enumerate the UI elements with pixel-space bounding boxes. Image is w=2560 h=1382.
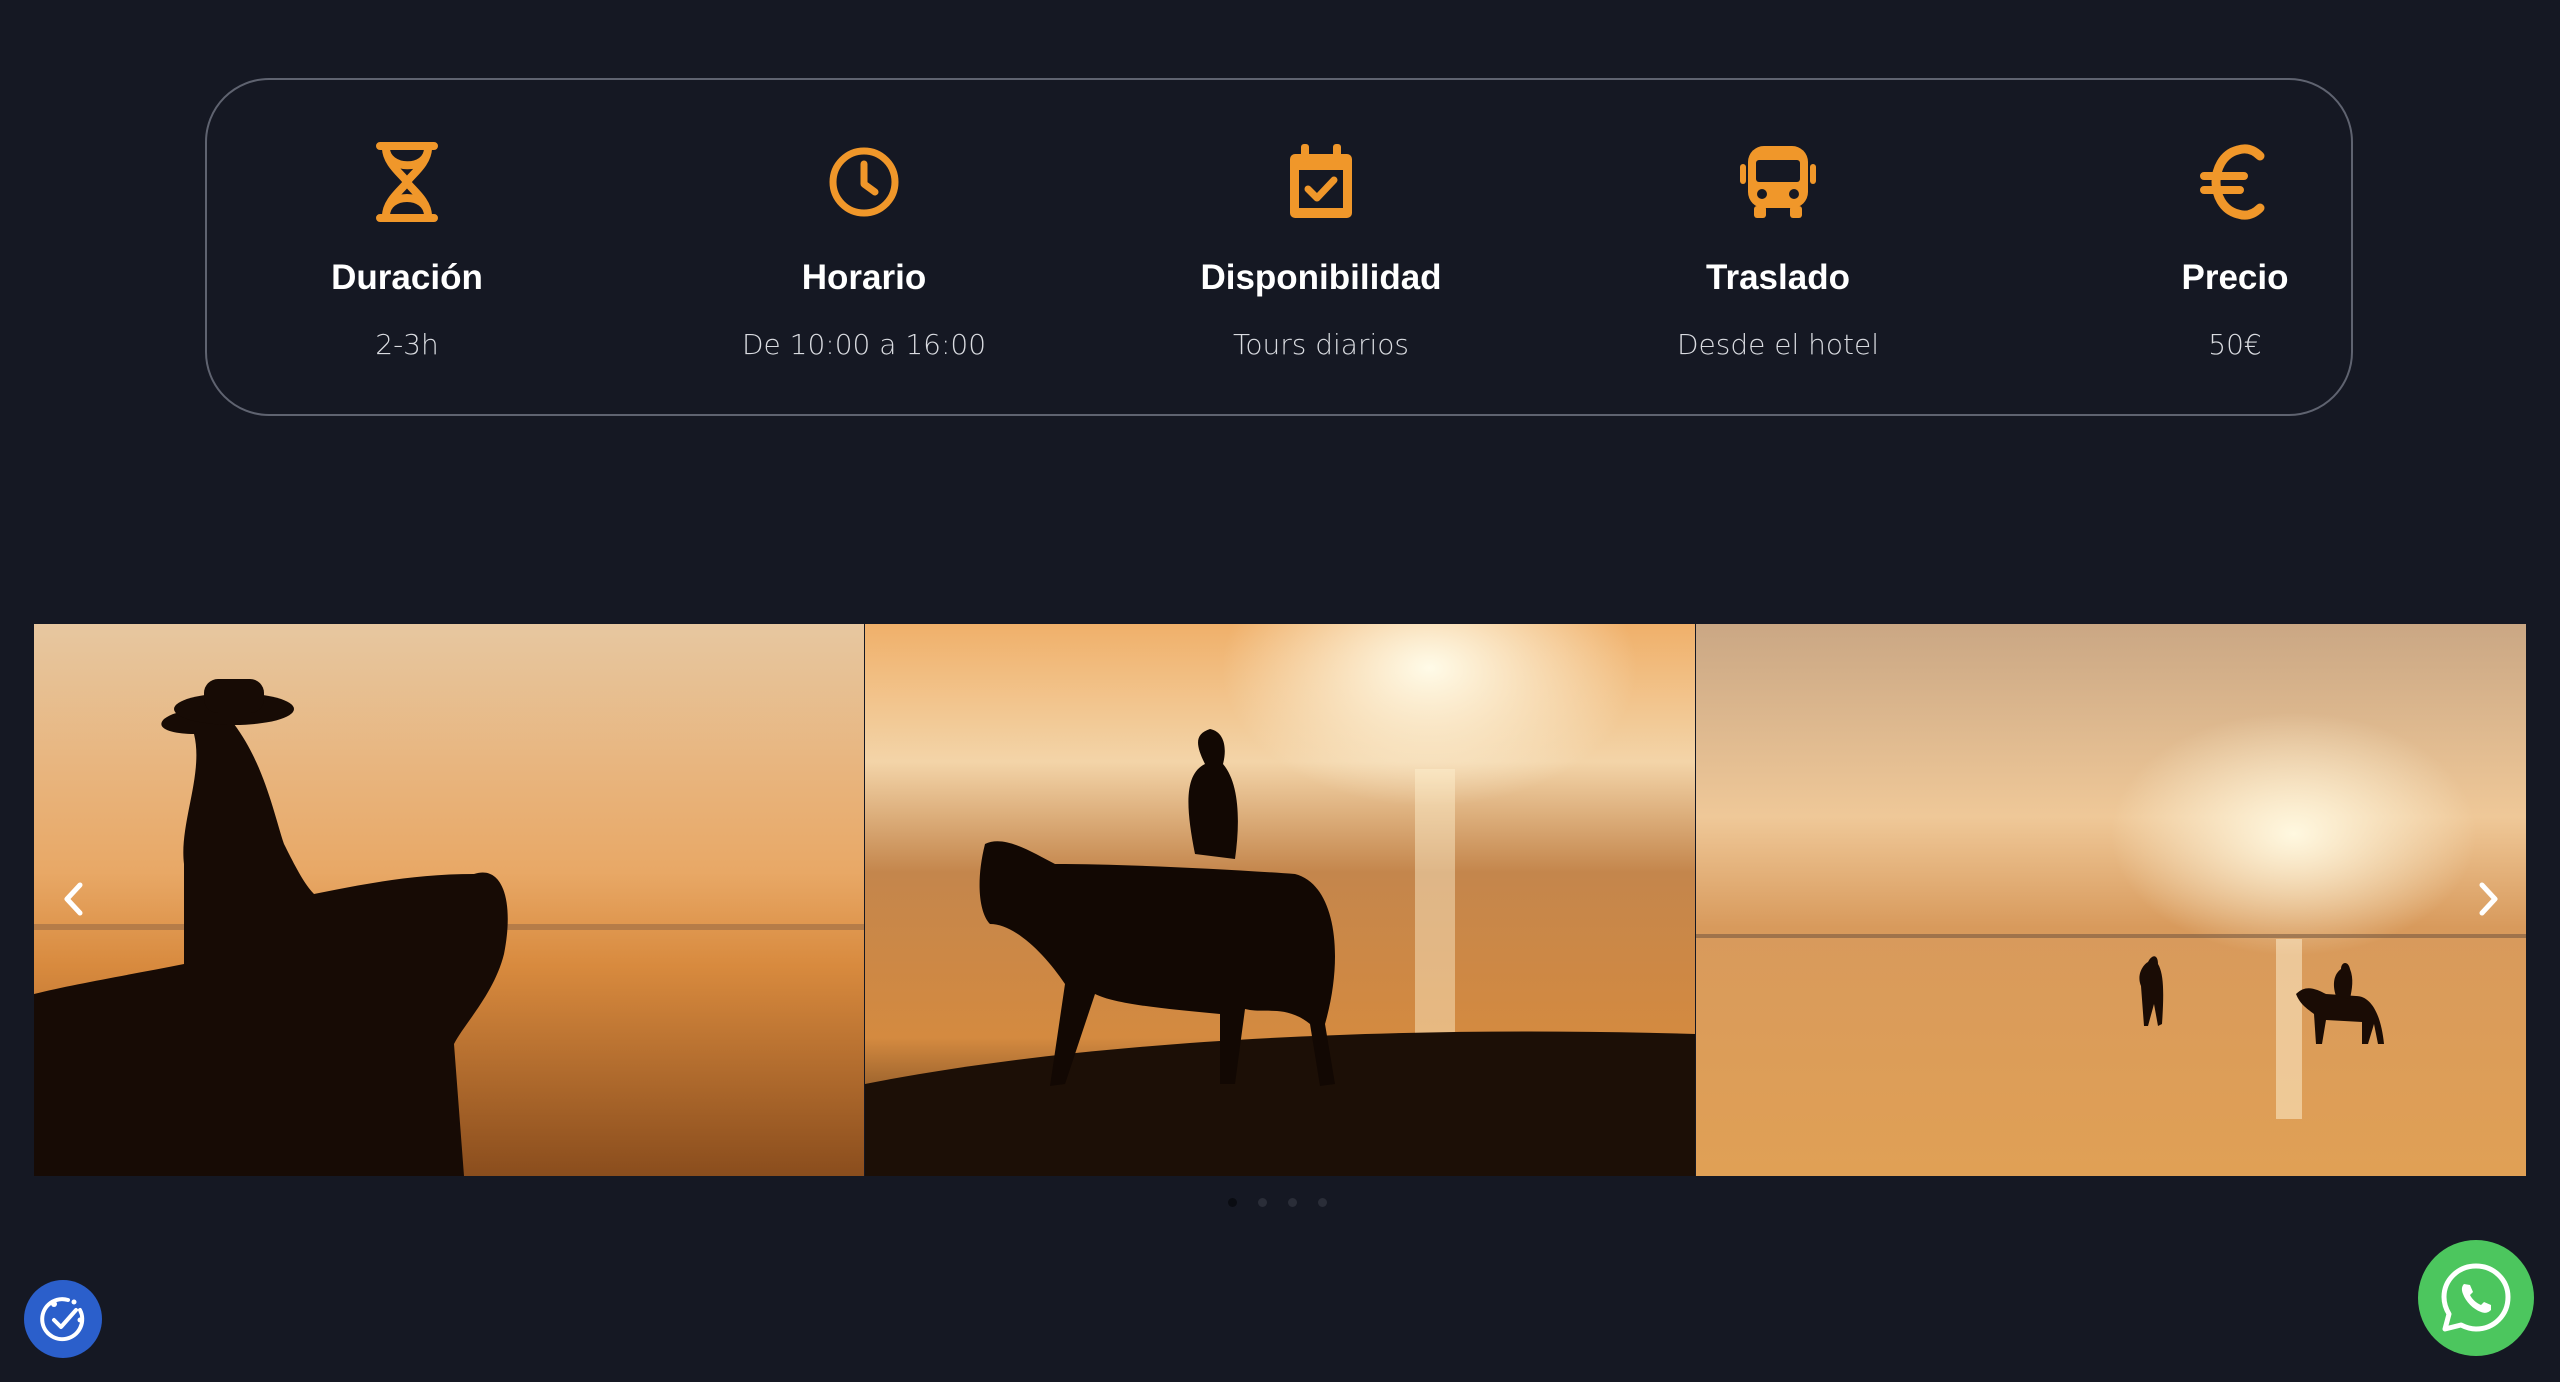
calendar-check-icon	[1286, 142, 1356, 222]
slide-image	[1696, 624, 2526, 1176]
clock-icon	[829, 142, 899, 222]
info-value: Desde el hotel	[1676, 328, 1880, 361]
accessibility-check-icon	[40, 1297, 85, 1342]
info-title: Disponibilidad	[1200, 258, 1442, 297]
info-item-availability: Disponibilidad Tours diarios	[1121, 80, 1521, 418]
bus-icon	[1740, 142, 1816, 222]
info-item-duration: Duración 2-3h	[207, 80, 607, 418]
chevron-right-icon	[2479, 882, 2498, 916]
slide-image	[34, 624, 864, 1176]
info-value: De 10:00 a 16:00	[741, 328, 987, 361]
euro-icon	[2200, 142, 2270, 222]
tour-info-card: Duración 2-3h Horario De 10:00 a 16:00 D…	[205, 78, 2353, 416]
info-item-transfer: Traslado Desde el hotel	[1578, 80, 1978, 418]
whatsapp-icon	[2441, 1263, 2511, 1332]
carousel-dot-1[interactable]	[1228, 1198, 1237, 1207]
info-title: Duración	[331, 258, 483, 297]
info-title: Precio	[2181, 258, 2289, 297]
info-title: Traslado	[1706, 258, 1850, 297]
info-value: 50€	[2208, 328, 2262, 361]
carousel-next-button[interactable]	[2468, 875, 2508, 923]
carousel-slide-3	[1696, 624, 2526, 1176]
photo-carousel[interactable]	[34, 624, 2526, 1176]
info-value: Tours diarios	[1233, 328, 1409, 361]
carousel-pagination	[1224, 1195, 1336, 1209]
carousel-dot-2[interactable]	[1258, 1198, 1267, 1207]
carousel-dot-4[interactable]	[1318, 1198, 1327, 1207]
whatsapp-button[interactable]	[2418, 1240, 2534, 1356]
carousel-slide-1	[34, 624, 864, 1176]
slide-image	[865, 624, 1695, 1176]
info-title: Horario	[801, 258, 927, 297]
carousel-slide-2	[865, 624, 1695, 1176]
carousel-dot-3[interactable]	[1288, 1198, 1297, 1207]
accessibility-button[interactable]	[24, 1280, 102, 1358]
info-value: 2-3h	[375, 328, 439, 361]
carousel-prev-button[interactable]	[54, 875, 94, 923]
hourglass-icon	[372, 142, 442, 222]
chevron-left-icon	[64, 882, 83, 916]
info-item-schedule: Horario De 10:00 a 16:00	[664, 80, 1064, 418]
info-item-price: Precio 50€	[2035, 80, 2435, 418]
